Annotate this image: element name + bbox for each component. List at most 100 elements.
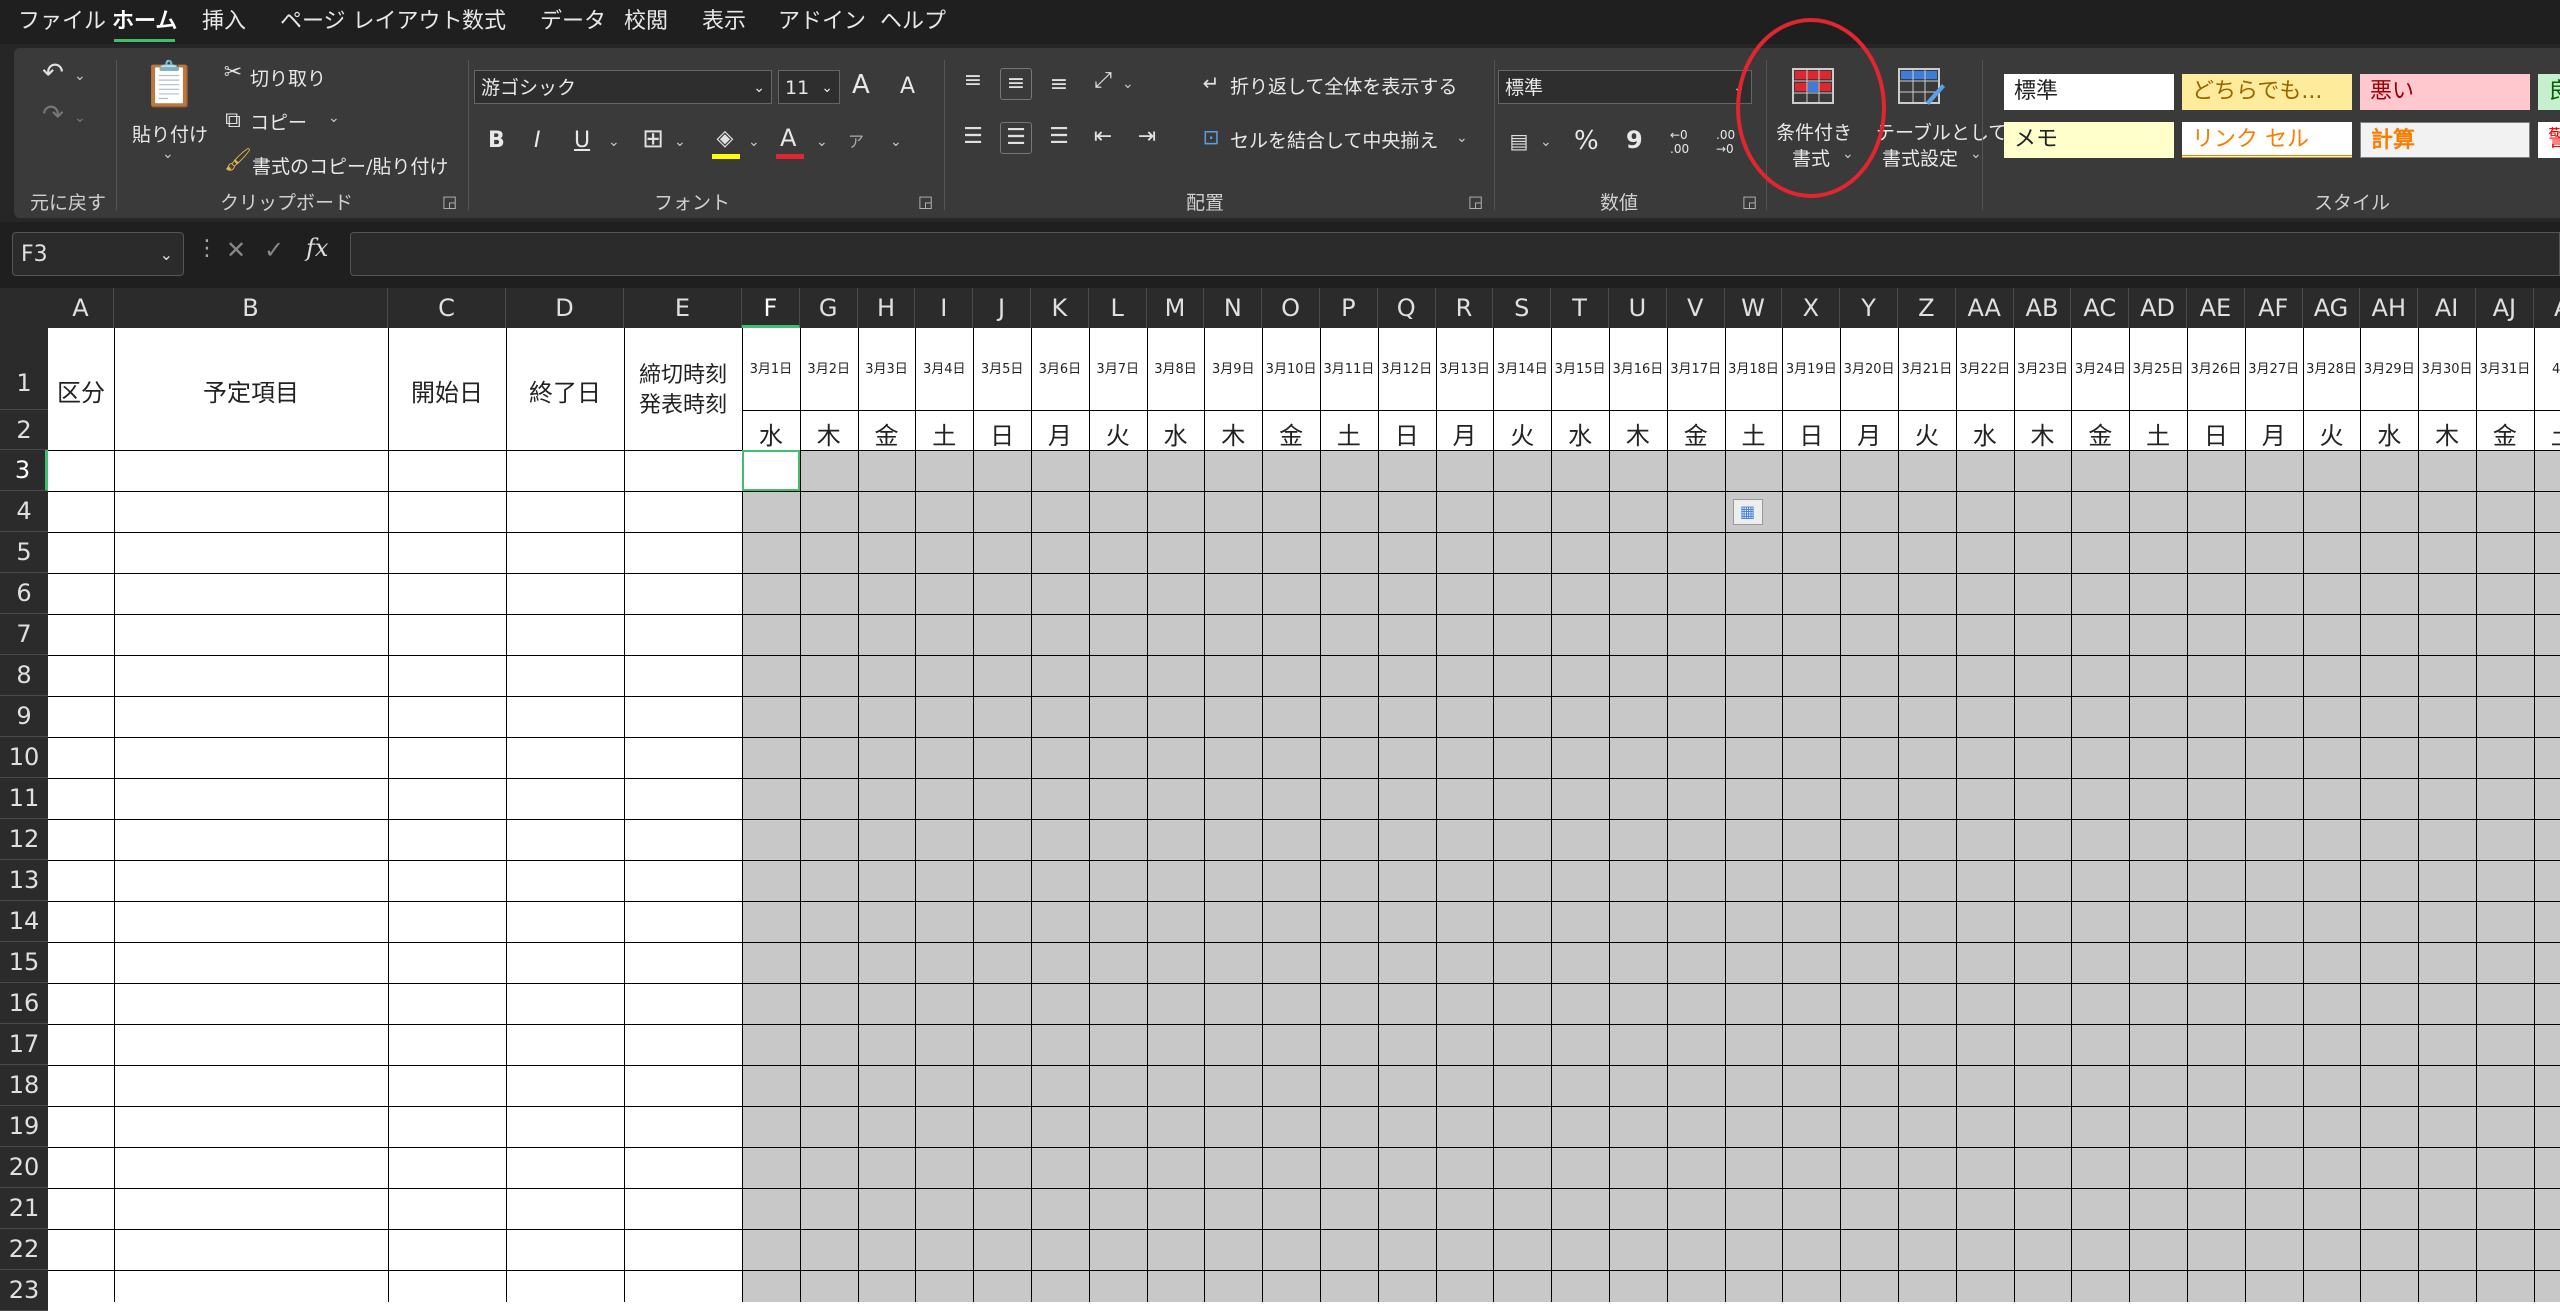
date-cell[interactable]: 3月4日 <box>915 358 973 377</box>
format-painter-button[interactable]: 書式のコピー/貼り付け <box>252 152 448 179</box>
column-header-W[interactable]: W <box>1725 288 1783 328</box>
underline-button[interactable]: U <box>574 128 590 153</box>
header-cell-C[interactable]: 開始日 <box>388 373 506 408</box>
fill-color-dropdown-icon[interactable]: ⌄ <box>748 134 760 150</box>
date-cell[interactable]: 3月14日 <box>1493 358 1551 377</box>
tab-4[interactable]: 数式 <box>462 6 506 38</box>
align-center-icon[interactable]: ☰ <box>1000 122 1032 154</box>
wrap-text-button[interactable]: 折り返して全体を表示する <box>1230 72 1457 99</box>
undo-dropdown-icon[interactable]: ⌄ <box>74 68 86 84</box>
weekday-cell[interactable]: 水 <box>1551 416 1609 451</box>
column-header-U[interactable]: U <box>1609 288 1667 328</box>
row-header-19[interactable]: 19 <box>0 1106 48 1147</box>
date-cell[interactable]: 3月17日 <box>1667 358 1725 377</box>
date-cell[interactable]: 3月18日 <box>1725 358 1783 377</box>
percent-button[interactable]: % <box>1574 126 1599 156</box>
column-header-O[interactable]: O <box>1262 288 1320 328</box>
accounting-format-icon[interactable]: ▤ <box>1504 126 1534 156</box>
date-cell[interactable]: 3月20日 <box>1840 358 1898 377</box>
row-header-9[interactable]: 9 <box>0 696 48 737</box>
weekday-cell[interactable]: 水 <box>2360 416 2418 451</box>
align-middle-icon[interactable]: ≡ <box>1000 68 1032 100</box>
format-painter-icon[interactable]: 🖌 <box>224 146 252 176</box>
formula-input[interactable] <box>350 232 2560 276</box>
date-cell[interactable]: 3月31日 <box>2476 358 2534 377</box>
format-as-table-icon[interactable] <box>1896 66 1946 108</box>
increase-indent-icon[interactable]: ⇥ <box>1132 122 1162 152</box>
row-header-18[interactable]: 18 <box>0 1065 48 1106</box>
cell-style-7[interactable]: 警 <box>2538 122 2560 158</box>
column-header-AE[interactable]: AE <box>2187 288 2245 328</box>
column-header-M[interactable]: M <box>1147 288 1205 328</box>
worksheet-grid[interactable]: ▦ 区分 予定項目 開始日 終了日 締切時刻 発表時刻 3月1日水 3月2日木 3月3日金 3月4日… <box>48 328 2560 1302</box>
copy-icon[interactable]: ⧉ <box>220 106 246 136</box>
font-name-select[interactable]: 游ゴシック ⌄ <box>474 70 772 104</box>
column-header-D[interactable]: D <box>506 288 624 328</box>
underline-dropdown-icon[interactable]: ⌄ <box>608 134 620 150</box>
cancel-entry-button[interactable]: ✕ <box>226 236 246 264</box>
alignment-launcher-icon[interactable]: ◲ <box>1468 192 1483 211</box>
weekday-cell[interactable]: 木 <box>2418 416 2476 451</box>
header-cell-D[interactable]: 終了日 <box>506 373 624 408</box>
cell-style-3[interactable]: 良 <box>2538 74 2560 110</box>
weekday-cell[interactable]: 火 <box>2303 416 2361 451</box>
undo-icon[interactable]: ↶ <box>36 58 70 88</box>
column-header-E[interactable]: E <box>624 288 742 328</box>
date-cell[interactable]: 3月12日 <box>1378 358 1436 377</box>
row-header-7[interactable]: 7 <box>0 614 48 655</box>
cell-style-5[interactable]: リンク セル <box>2182 122 2352 158</box>
paste-button[interactable]: 貼り付け <box>132 120 208 147</box>
align-left-icon[interactable]: ☰ <box>958 122 988 152</box>
header-cell-B[interactable]: 予定項目 <box>114 373 388 408</box>
date-cell[interactable]: 3月8日 <box>1147 358 1205 377</box>
column-header-AI[interactable]: AI <box>2418 288 2476 328</box>
tab-6[interactable]: 校閲 <box>624 6 668 38</box>
copy-button[interactable]: コピー <box>250 108 307 135</box>
italic-button[interactable]: I <box>534 128 541 153</box>
weekday-cell[interactable]: 木 <box>1204 416 1262 451</box>
column-header-B[interactable]: B <box>114 288 388 328</box>
date-cell[interactable]: 3月28日 <box>2303 358 2361 377</box>
column-header-L[interactable]: L <box>1089 288 1147 328</box>
weekday-cell[interactable]: 水 <box>1147 416 1205 451</box>
date-cell[interactable]: 3月6日 <box>1031 358 1089 377</box>
format-as-table-dropdown-icon[interactable]: ⌄ <box>1970 146 1982 162</box>
row-header-1[interactable]: 1 <box>0 328 48 410</box>
row-header-4[interactable]: 4 <box>0 491 48 532</box>
cell-style-1[interactable]: どちらでも... <box>2182 74 2352 110</box>
row-header-8[interactable]: 8 <box>0 655 48 696</box>
align-right-icon[interactable]: ☰ <box>1044 122 1074 152</box>
date-cell[interactable]: 3月13日 <box>1436 358 1494 377</box>
shrink-font-button[interactable]: A <box>900 74 915 99</box>
grow-font-button[interactable]: A <box>852 70 870 100</box>
comma-button[interactable]: 9 <box>1626 126 1643 154</box>
column-header-I[interactable]: I <box>915 288 974 328</box>
phonetic-dropdown-icon[interactable]: ⌄ <box>890 134 902 150</box>
tab-3[interactable]: ページ レイアウト <box>280 6 463 38</box>
column-header-Q[interactable]: Q <box>1378 288 1436 328</box>
tab-9[interactable]: ヘルプ <box>880 6 946 38</box>
redo-dropdown-icon[interactable]: ⌄ <box>74 110 86 126</box>
column-header-A[interactable]: A <box>48 288 114 328</box>
date-cell[interactable]: 3月7日 <box>1089 358 1147 377</box>
date-cell[interactable]: 3月23日 <box>2014 358 2072 377</box>
date-cell[interactable]: 3月11日 <box>1320 358 1378 377</box>
decrease-indent-icon[interactable]: ⇤ <box>1088 122 1118 152</box>
column-header-AH[interactable]: AH <box>2360 288 2419 328</box>
weekday-cell[interactable]: 水 <box>742 416 800 451</box>
row-header-17[interactable]: 17 <box>0 1024 48 1065</box>
weekday-cell[interactable]: 木 <box>2014 416 2072 451</box>
merge-center-button[interactable]: セルを結合して中央揃え <box>1230 126 1438 153</box>
paste-dropdown-icon[interactable]: ⌄ <box>162 146 174 162</box>
weekday-cell[interactable]: 金 <box>1667 416 1725 451</box>
row-header-13[interactable]: 13 <box>0 860 48 901</box>
date-cell[interactable]: 3月10日 <box>1262 358 1320 377</box>
font-color-dropdown-icon[interactable]: ⌄ <box>816 134 828 150</box>
date-cell[interactable]: 3月25日 <box>2129 358 2187 377</box>
copy-dropdown-icon[interactable]: ⌄ <box>328 110 340 126</box>
date-cell[interactable]: 3月1日 <box>742 358 800 377</box>
column-header-X[interactable]: X <box>1782 288 1841 328</box>
cell-style-4[interactable]: メモ <box>2004 122 2174 158</box>
tab-2[interactable]: 挿入 <box>202 6 246 38</box>
column-header-T[interactable]: T <box>1551 288 1609 328</box>
